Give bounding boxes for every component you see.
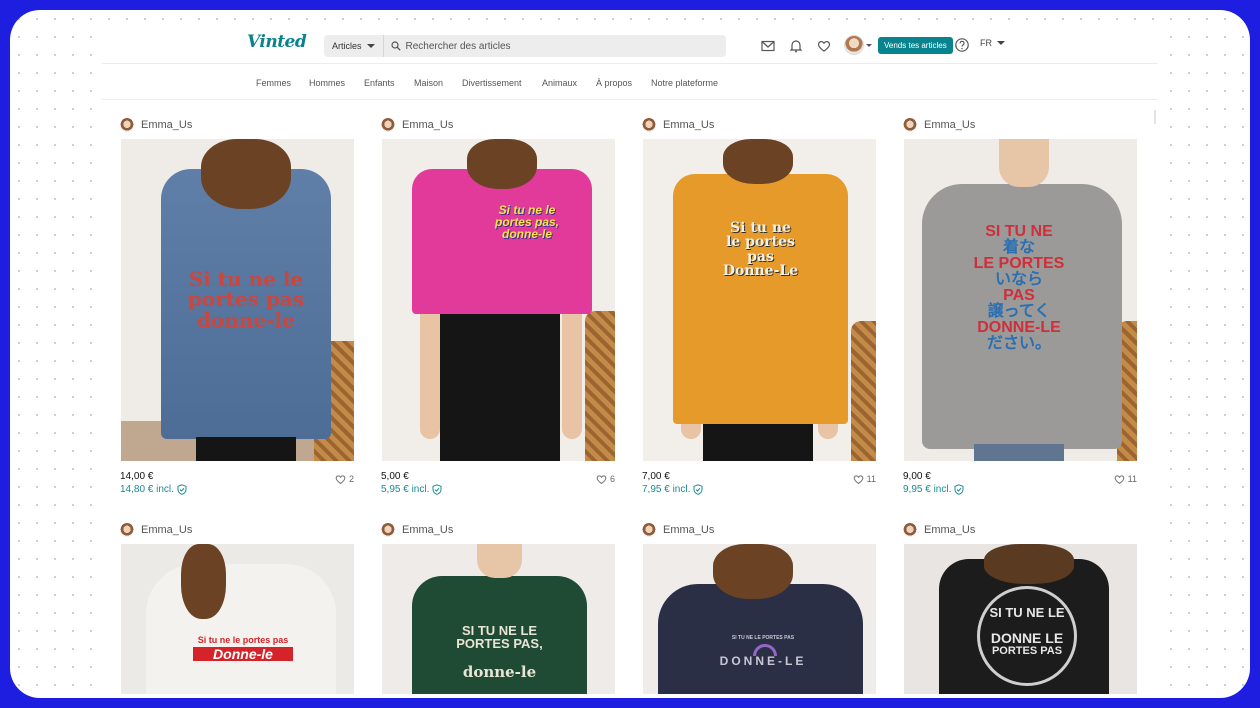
pink-tshirt [412, 169, 592, 314]
shirt-graphic: Si tu ne le portes pas Donne-Le [722, 220, 799, 279]
seller-link[interactable]: Emma_Us [642, 116, 714, 134]
shield-check-icon [693, 484, 703, 495]
seller-link[interactable]: Emma_Us [120, 116, 192, 134]
shirt-graphic: Si tu ne le portes pas donne-le [187, 267, 305, 332]
nav-item-enfants[interactable]: Enfants [364, 78, 395, 88]
item-photo[interactable]: Si tu ne le portes pas donne-le [121, 139, 354, 461]
chevron-down-icon [366, 44, 375, 48]
seller-name: Emma_Us [141, 119, 193, 131]
shield-check-icon [432, 484, 442, 495]
heart-icon [335, 475, 346, 485]
seller-name: Emma_Us [402, 119, 454, 131]
heart-icon [1114, 475, 1125, 485]
seller-link[interactable]: Emma_Us [381, 116, 453, 134]
user-menu[interactable] [844, 34, 872, 56]
favorite-count: 11 [1127, 474, 1137, 484]
search-input[interactable] [405, 40, 706, 52]
nav-item-hommes[interactable]: Hommes [309, 78, 345, 88]
item-photo[interactable]: Si tu ne le portes pas Donne-le [121, 544, 354, 694]
help-icon[interactable] [954, 37, 970, 53]
seller-avatar [381, 118, 395, 132]
seller-link[interactable]: Emma_Us [903, 521, 975, 539]
header: Vinted Articles Rechercher des articles … [102, 24, 1158, 64]
seller-link[interactable]: Emma_Us [642, 521, 714, 539]
item-photo[interactable]: Si tu ne le portes pas, donne-le [382, 139, 615, 461]
seller-name: Emma_Us [663, 524, 715, 536]
shirt-graphic: Si tu ne le portes pas Donne-le [193, 635, 293, 661]
seller-name: Emma_Us [924, 524, 976, 536]
nav-item-animaux[interactable]: Animaux [542, 78, 577, 88]
favorite-button[interactable]: 11 [852, 473, 876, 485]
category-select[interactable]: Articles [324, 35, 384, 57]
shield-check-icon [177, 484, 187, 495]
item-price-incl: 7,95 € incl. [642, 484, 703, 495]
seller-avatar [642, 118, 656, 132]
seller-avatar [120, 523, 134, 537]
chevron-down-icon [997, 41, 1005, 45]
white-hoodie [146, 564, 336, 694]
vinted-page: Vinted Articles Rechercher des articles … [102, 24, 1158, 698]
seller-avatar [120, 118, 134, 132]
favorite-button[interactable]: 6 [595, 473, 615, 485]
favorite-count: 2 [348, 474, 354, 484]
shirt-graphic: SI TU NE LE DONNE LE PORTES PAS [989, 605, 1065, 657]
heart-icon [596, 475, 607, 485]
category-nav: Femmes Hommes Enfants Maison Divertissem… [102, 72, 1158, 100]
seller-name: Emma_Us [402, 524, 454, 536]
favorite-count: 6 [609, 474, 615, 484]
heart-icon[interactable] [816, 38, 832, 54]
item-price: 14,00 € [120, 471, 154, 482]
nav-item-notre-plateforme[interactable]: Notre plateforme [651, 78, 718, 88]
nav-item-maison[interactable]: Maison [414, 78, 443, 88]
seller-avatar [381, 523, 395, 537]
favorite-count: 11 [866, 474, 876, 484]
language-label: FR [980, 38, 992, 48]
item-photo[interactable]: SI TU NE LE PORTES PAS DONNE-LE [643, 544, 876, 694]
seller-link[interactable]: Emma_Us [120, 521, 192, 539]
mustard-tshirt [673, 174, 848, 424]
seller-name: Emma_Us [663, 119, 715, 131]
inbox-icon[interactable] [760, 38, 776, 54]
seller-avatar [903, 118, 917, 132]
item-photo[interactable]: SI TU NE LE DONNE LE PORTES PAS [904, 544, 1137, 694]
shirt-graphic: Si tu ne le portes pas, donne-le [494, 203, 560, 242]
seller-avatar [642, 523, 656, 537]
item-price: 7,00 € [642, 471, 670, 482]
shirt-graphic: SI TU NE LE PORTES PAS, donne-le [456, 623, 543, 681]
shirt-graphic: SI TU NE 着な LE PORTES いなら PAS 譲ってく DONNE… [973, 223, 1065, 352]
item-price: 5,00 € [381, 471, 409, 482]
item-price-incl: 9,95 € incl. [903, 484, 964, 495]
category-select-label: Articles [332, 41, 362, 51]
item-photo[interactable]: SI TU NE 着な LE PORTES いなら PAS 譲ってく DONNE… [904, 139, 1137, 461]
language-selector[interactable]: FR [980, 38, 1005, 48]
item-photo[interactable]: SI TU NE LE PORTES PAS, donne-le [382, 544, 615, 694]
browser-frame: Vinted Articles Rechercher des articles … [10, 10, 1250, 698]
item-price-incl: 5,95 € incl. [381, 484, 442, 495]
item-price-incl: 14,80 € incl. [120, 484, 187, 495]
item-photo[interactable]: Si tu ne le portes pas Donne-Le [643, 139, 876, 461]
chevron-down-icon [866, 43, 872, 47]
favorite-button[interactable]: 2 [334, 473, 354, 485]
search-icon [390, 41, 401, 51]
heart-icon [853, 475, 864, 485]
seller-link[interactable]: Emma_Us [903, 116, 975, 134]
avatar [844, 35, 864, 55]
search-field [384, 35, 726, 57]
search-bar: Articles [324, 35, 726, 57]
bell-icon[interactable] [788, 38, 804, 54]
shield-check-icon [954, 484, 964, 495]
nav-item-a-propos[interactable]: À propos [596, 78, 632, 88]
seller-name: Emma_Us [141, 524, 193, 536]
nav-item-divertissement[interactable]: Divertissement [462, 78, 522, 88]
scrollbar[interactable] [1154, 110, 1156, 124]
favorite-button[interactable]: 11 [1113, 473, 1137, 485]
vinted-logo[interactable]: Vinted [247, 32, 307, 52]
seller-name: Emma_Us [924, 119, 976, 131]
item-price: 9,00 € [903, 471, 931, 482]
nav-item-femmes[interactable]: Femmes [256, 78, 291, 88]
sell-items-button[interactable]: Vends tes articles [878, 37, 953, 54]
seller-link[interactable]: Emma_Us [381, 521, 453, 539]
seller-avatar [903, 523, 917, 537]
